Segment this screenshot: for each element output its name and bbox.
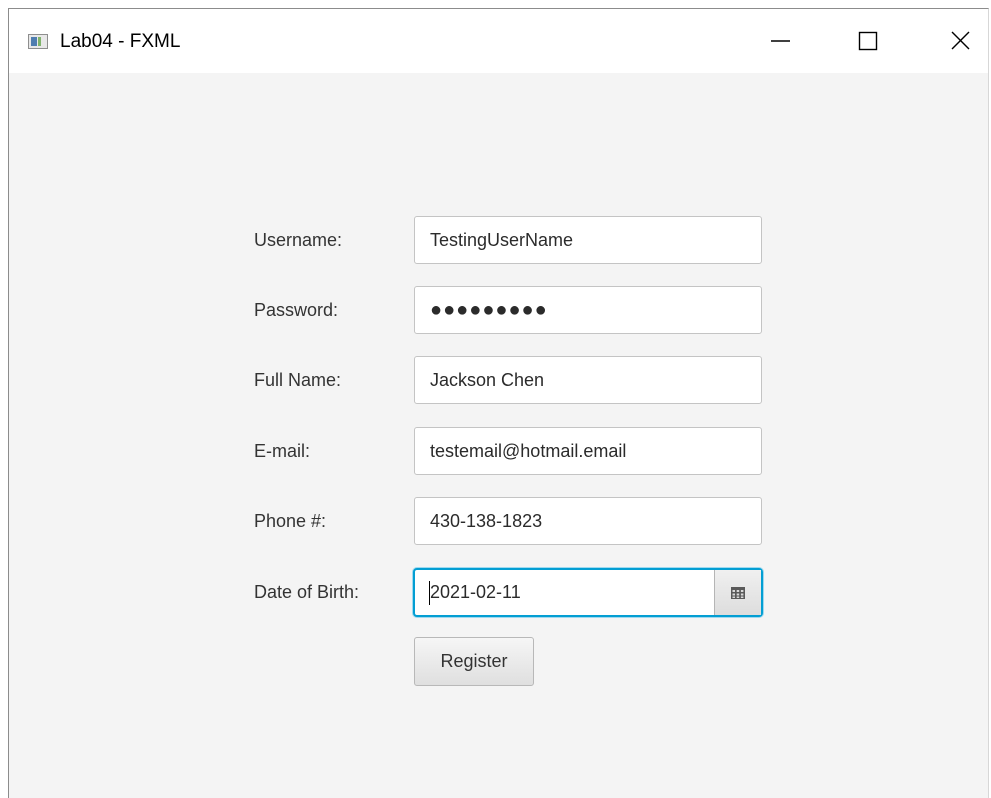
fullname-label: Full Name: bbox=[254, 370, 342, 390]
password-input[interactable]: ●●●●●●●●● bbox=[414, 286, 762, 334]
application-icon bbox=[28, 34, 48, 49]
register-button[interactable]: Register bbox=[414, 637, 534, 686]
maximize-button[interactable] bbox=[845, 9, 905, 73]
dob-datepicker[interactable]: 2021-02-11 bbox=[413, 568, 763, 617]
phone-label: Phone #: bbox=[254, 511, 327, 531]
email-input[interactable]: testemail@hotmail.email bbox=[414, 427, 762, 475]
dob-label: Date of Birth: bbox=[254, 582, 360, 602]
minimize-button[interactable] bbox=[744, 9, 804, 73]
title-bar[interactable]: Lab04 - FXML bbox=[9, 9, 988, 73]
fullname-input[interactable]: Jackson Chen bbox=[414, 356, 762, 404]
phone-input[interactable]: 430-138-1823 bbox=[414, 497, 762, 545]
username-input[interactable]: TestingUserName bbox=[414, 216, 762, 264]
close-icon bbox=[951, 31, 970, 50]
minimize-icon bbox=[771, 40, 790, 42]
window-title: Lab04 - FXML bbox=[60, 31, 181, 52]
password-label: Password: bbox=[254, 300, 339, 320]
close-button[interactable] bbox=[930, 9, 990, 73]
calendar-icon bbox=[731, 587, 745, 599]
maximize-icon bbox=[858, 31, 878, 51]
username-label: Username: bbox=[254, 230, 343, 250]
app-window: Lab04 - FXML Username: TestingUserName P… bbox=[8, 8, 989, 798]
text-caret bbox=[429, 581, 430, 605]
calendar-button[interactable] bbox=[714, 570, 761, 615]
dob-input[interactable]: 2021-02-11 bbox=[430, 570, 521, 615]
email-label: E-mail: bbox=[254, 441, 311, 461]
